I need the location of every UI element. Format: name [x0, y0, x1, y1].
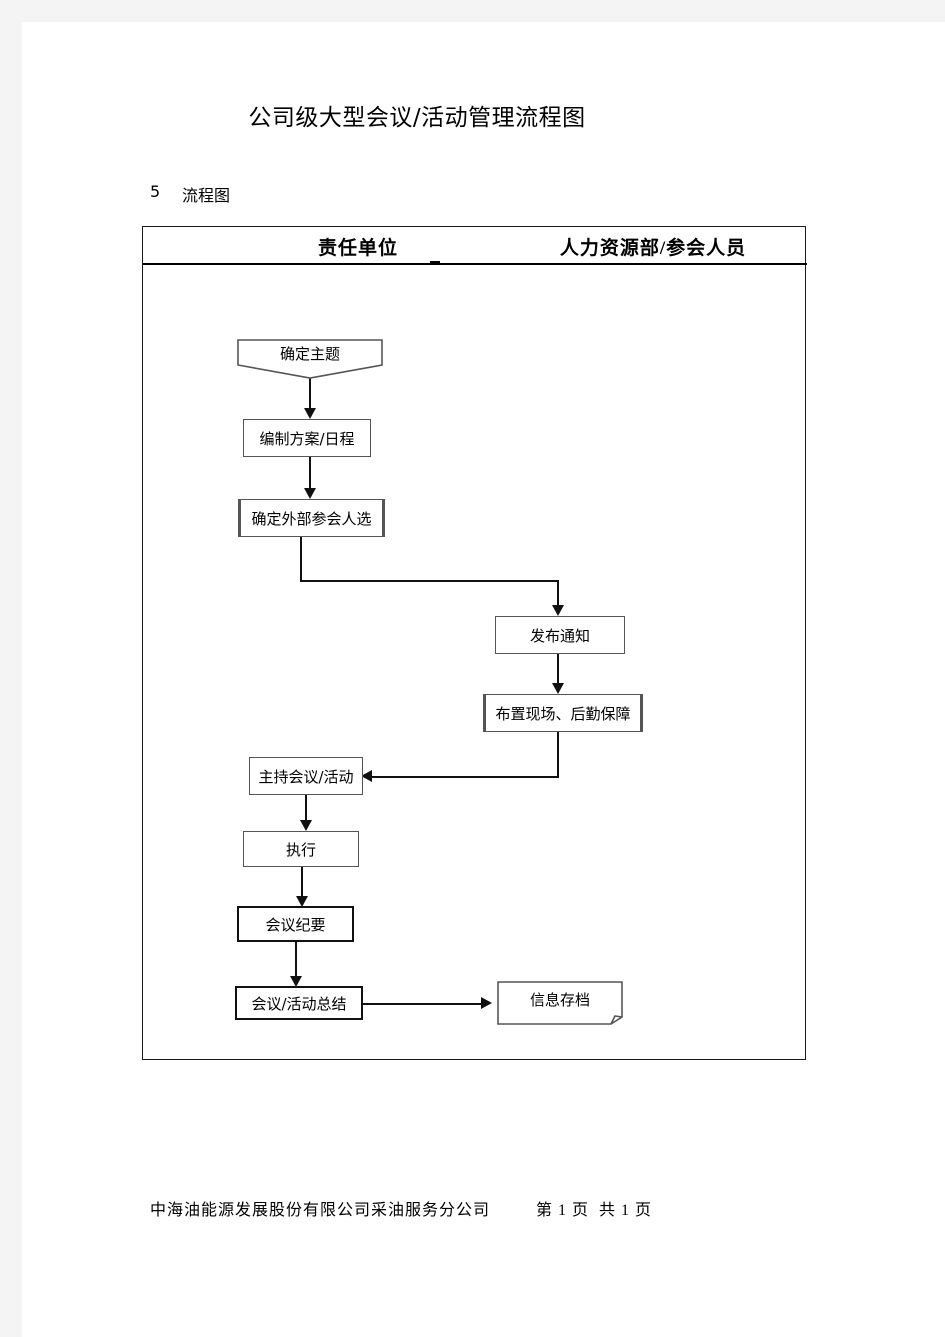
section-label: 流程图 [182, 186, 231, 205]
flow-node-n5[interactable]: 布置现场、后勤保障 [483, 694, 643, 732]
page-footer: 中海油能源发展股份有限公司采油服务分公司 第 1 页 共 1 页 [150, 1196, 652, 1220]
flow-node-n1[interactable]: 确定主题 [237, 339, 383, 379]
edge-arrow-n1-n2 [304, 408, 316, 419]
flow-node-n4[interactable]: 发布通知 [495, 616, 625, 654]
edge-n5-n6-seg-left [371, 776, 559, 778]
flow-node-n2[interactable]: 编制方案/日程 [243, 419, 371, 457]
edge-n5-n6-seg-down [557, 732, 559, 777]
flow-node-n7[interactable]: 执行 [243, 831, 359, 867]
flowchart-container: 责任单位 人力资源部/参会人员 确定主题 编制方案/日程 确定外部参会人选 发布… [142, 226, 807, 1061]
section-number: 5 [150, 182, 161, 201]
flow-node-n9[interactable]: 会议/活动总结 [235, 986, 363, 1020]
edge-arrow-n6-n7 [300, 820, 312, 831]
flow-node-n10[interactable]: 信息存档 [497, 981, 623, 1025]
edge-arrow-n9-n10 [481, 997, 492, 1009]
edge-arrow-n3-n4 [552, 605, 564, 616]
flow-node-label-n1: 确定主题 [279, 345, 340, 363]
footer-company: 中海油能源发展股份有限公司采油服务分公司 [150, 1202, 491, 1219]
flow-node-label-n10: 信息存档 [529, 991, 590, 1009]
edge-arrow-n2-n3 [304, 488, 316, 499]
document-page: 公司级大型会议/活动管理流程图 5 流程图 责任单位 人力资源部/参会人员 确定… [22, 22, 945, 1337]
edge-n3-n4-seg-down [300, 537, 302, 581]
flowchart-canvas: 确定主题 编制方案/日程 确定外部参会人选 发布通知 布置现场、后勤保障 主持会… [143, 227, 807, 1061]
footer-page-info: 第 1 页 共 1 页 [536, 1202, 653, 1219]
flow-node-n6[interactable]: 主持会议/活动 [249, 757, 363, 795]
edge-n9-n10 [363, 1003, 483, 1005]
page-title: 公司级大型会议/活动管理流程图 [248, 105, 586, 131]
edge-n3-n4-seg-right [300, 580, 559, 582]
flow-node-n8[interactable]: 会议纪要 [237, 906, 354, 942]
flow-node-n3[interactable]: 确定外部参会人选 [238, 499, 385, 537]
edge-arrow-n4-n5 [552, 683, 564, 694]
